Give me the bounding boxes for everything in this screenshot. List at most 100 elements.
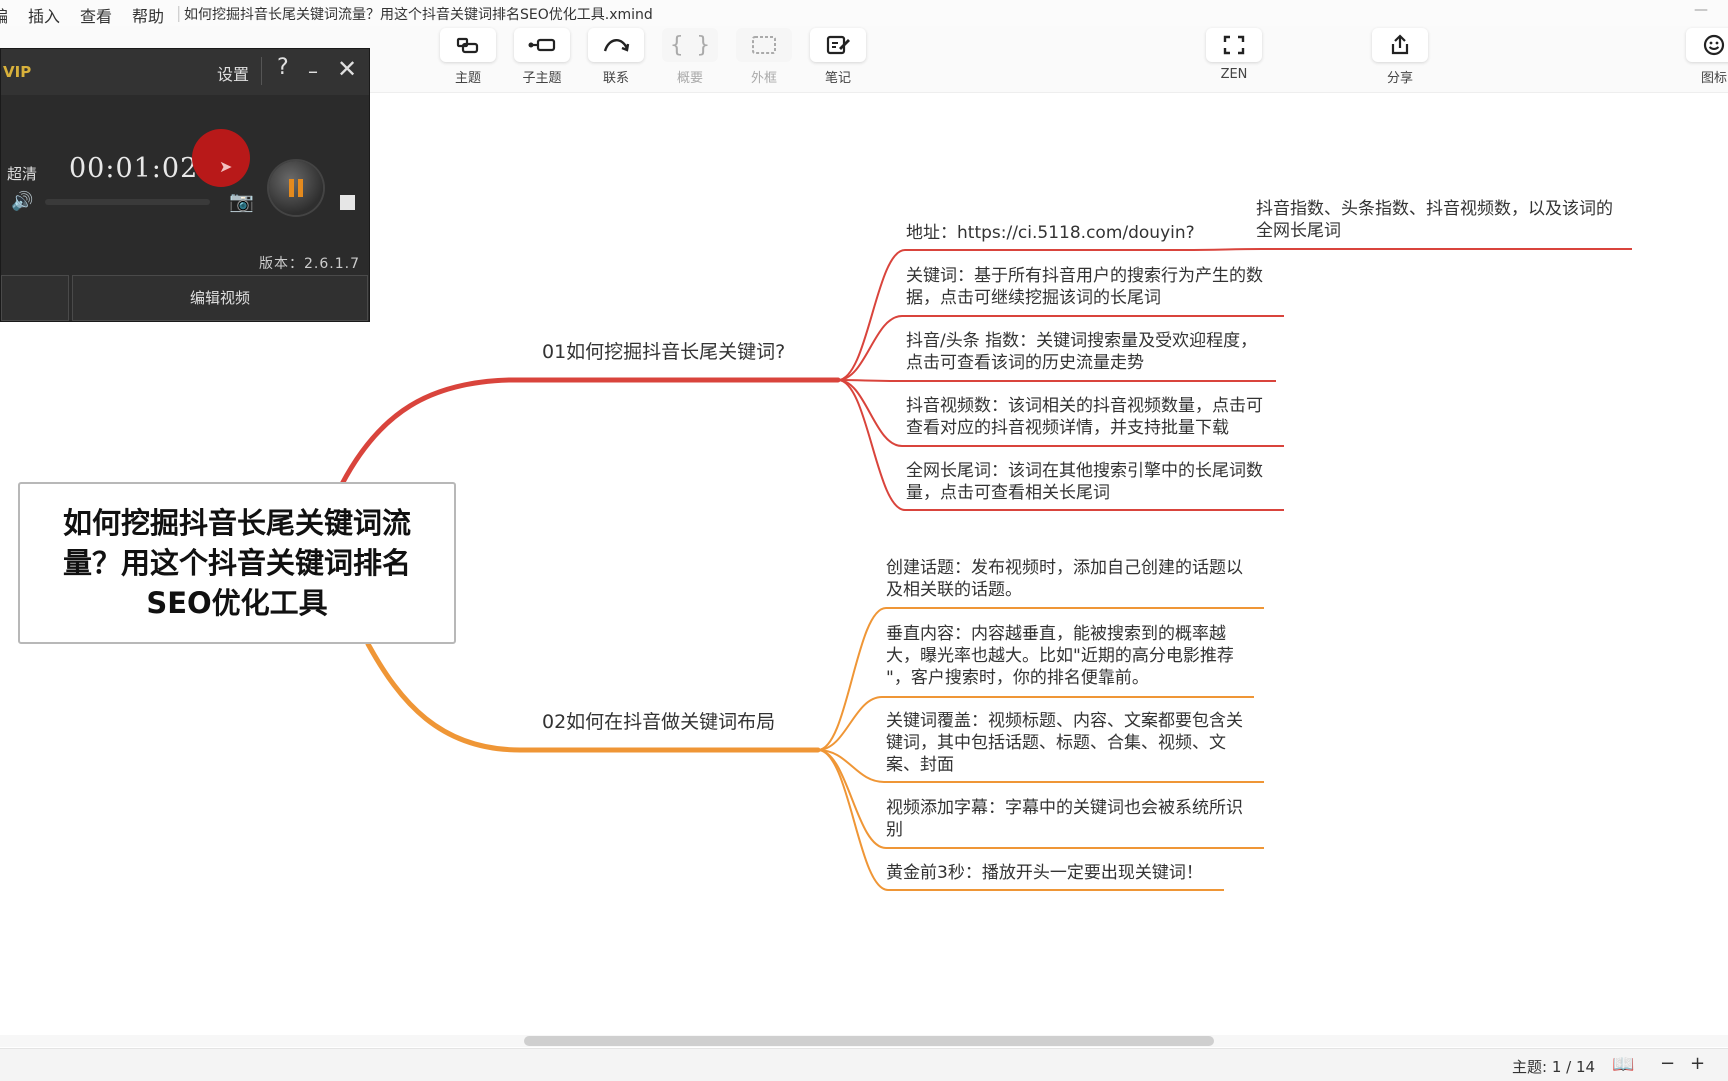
emoji-icon <box>1686 28 1728 62</box>
branch1-child3-topic[interactable]: 抖音/头条 指数：关键词搜索量及受欢迎程度， 点击可查看该词的历史流量走势 <box>906 330 1257 374</box>
topic-line: 关键词：基于所有抖音用户的搜索行为产生的数 <box>906 266 1263 286</box>
topic-line: 黄金前3秒：播放开头一定要出现关键词！ <box>886 863 1203 883</box>
status-bar: 主题: 1 / 14 📖 − + <box>0 1048 1728 1081</box>
branch1-connector <box>339 377 841 487</box>
edit-video-button[interactable]: 编辑视频 <box>72 275 368 321</box>
topic-line: 量，点击可查看相关长尾词 <box>906 483 1110 503</box>
window-minimize-button[interactable]: — <box>1694 2 1708 18</box>
menu-bar: 编 插入 查看 帮助 | 如何挖掘抖音长尾关键词流量？用这个抖音关键词排名SEO… <box>0 0 1728 26</box>
share-button[interactable]: 分享 <box>1370 28 1430 86</box>
emoji-button-label: 图标 <box>1700 71 1727 86</box>
branch1-sub-connector <box>1183 248 1632 251</box>
branch1-child4-topic[interactable]: 抖音视频数：该词相关的抖音视频数量，点击可 查看对应的抖音视频详情，并支持批量下… <box>906 395 1263 439</box>
topic-button[interactable]: 主题 <box>438 28 498 86</box>
topic-line: 全网长尾词：该词在其他搜索引擎中的长尾词数 <box>906 461 1263 481</box>
topic-line: 抖音视频数：该词相关的抖音视频数量，点击可 <box>906 396 1263 416</box>
zen-button[interactable]: ZEN <box>1204 28 1264 82</box>
branch1-child2-topic[interactable]: 关键词：基于所有抖音用户的搜索行为产生的数 据，点击可继续挖掘该词的长尾词 <box>906 265 1263 309</box>
menu-item-insert[interactable]: 插入 <box>28 3 60 27</box>
share-button-label: 分享 <box>1386 71 1413 86</box>
recorder-minimize-button[interactable]: – <box>308 59 318 83</box>
subtopic-button-label: 子主题 <box>522 71 562 86</box>
pause-button[interactable] <box>269 161 323 215</box>
document-title: 如何挖掘抖音长尾关键词流量？用这个抖音关键词排名SEO优化工具.xmind <box>184 7 653 23</box>
volume-icon[interactable]: 🔊 <box>11 191 33 212</box>
volume-slider[interactable] <box>45 199 210 205</box>
menu-item-view[interactable]: 查看 <box>80 3 112 27</box>
camera-icon[interactable]: 📷 <box>229 189 254 213</box>
branch1-sub-topic[interactable]: 抖音指数、头条指数、抖音视频数，以及该词的 全网长尾词 <box>1256 198 1613 242</box>
branch2-topic[interactable]: 02如何在抖音做关键词布局 <box>542 710 775 734</box>
branch2-child1-topic[interactable]: 创建话题：发布视频时，添加自己创建的话题以 及相关联的话题。 <box>886 557 1243 601</box>
branch2-child5-topic[interactable]: 黄金前3秒：播放开头一定要出现关键词！ <box>886 862 1203 884</box>
topic-line: 抖音指数、头条指数、抖音视频数，以及该词的 <box>1256 199 1613 219</box>
topic-line: 视频添加字幕：字幕中的关键词也会被系统所识 <box>886 798 1243 818</box>
notes-icon <box>810 28 866 62</box>
branch1-child1-topic[interactable]: 地址：https://ci.5118.com/douyin? <box>906 222 1195 244</box>
zoom-in-button[interactable]: + <box>1690 1053 1705 1074</box>
horizontal-scrollbar-thumb[interactable] <box>524 1036 1214 1046</box>
boundary-icon <box>736 28 792 62</box>
subtopic-icon <box>514 28 570 62</box>
menu-item-help[interactable]: 帮助 <box>132 3 164 27</box>
outline-book-icon[interactable]: 📖 <box>1612 1054 1634 1075</box>
topic-line: 及相关联的话题。 <box>886 580 1022 600</box>
recorder-separator <box>261 57 262 85</box>
topic-line: 键词，其中包括话题、标题、合集、视频、文 <box>886 733 1226 753</box>
recorder-help-button[interactable]: ? <box>277 55 289 80</box>
subtopic-button[interactable]: 子主题 <box>512 28 572 86</box>
topic-line: 创建话题：发布视频时，添加自己创建的话题以 <box>886 558 1243 578</box>
relationship-button-label: 联系 <box>602 71 629 86</box>
zoom-out-button[interactable]: − <box>1660 1053 1675 1074</box>
recorder-left-button[interactable] <box>1 275 69 321</box>
branch2-child2-topic[interactable]: 垂直内容：内容越垂直，能被搜索到的概率越 大，曝光率也越大。比如"近期的高分电影… <box>886 623 1234 689</box>
recorder-settings-button[interactable]: 设置 <box>217 61 249 85</box>
relationship-icon <box>588 28 644 62</box>
summary-button[interactable]: { } 概要 <box>660 28 720 86</box>
relationship-button[interactable]: 联系 <box>586 28 646 86</box>
topic-icon <box>440 28 496 62</box>
topic-line: 大，曝光率也越大。比如"近期的高分电影推荐 <box>886 646 1234 666</box>
branch1-child5-topic[interactable]: 全网长尾词：该词在其他搜索引擎中的长尾词数 量，点击可查看相关长尾词 <box>906 460 1263 504</box>
summary-icon: { } <box>662 28 718 62</box>
topic-line: 抖音/头条 指数：关键词搜索量及受欢迎程度， <box>906 331 1258 351</box>
branch2-child3-topic[interactable]: 关键词覆盖：视频标题、内容、文案都要包含关 键词，其中包括话题、标题、合集、视频… <box>886 710 1243 776</box>
boundary-button[interactable]: 外框 <box>734 28 794 86</box>
branch2-child4-topic[interactable]: 视频添加字幕：字幕中的关键词也会被系统所识 别 <box>886 797 1243 841</box>
topic-line: 垂直内容：内容越垂直，能被搜索到的概率越 <box>886 624 1226 644</box>
notes-button-label: 笔记 <box>824 71 851 86</box>
central-topic[interactable]: 如何挖掘抖音长尾关键词流量？用这个抖音关键词排名SEO优化工具 <box>18 482 456 644</box>
emoji-button[interactable]: 图标 <box>1684 28 1728 86</box>
zen-icon <box>1206 28 1262 62</box>
topic-line: 别 <box>886 820 903 840</box>
recorder-quality-selector[interactable]: 超清 <box>7 163 37 184</box>
topic-line: 地址：https://ci.5118.com/douyin? <box>906 223 1195 243</box>
topic-line: 据，点击可继续挖掘该词的长尾词 <box>906 288 1161 308</box>
vip-badge[interactable]: VIP <box>3 63 31 81</box>
topic-line: 查看对应的抖音视频详情，并支持批量下载 <box>906 418 1229 438</box>
screen-recorder-panel[interactable]: VIP 设置 ? – ✕ 超清 00:01:02 ➤ 🔊 📷 版本：2.6.1.… <box>0 48 370 322</box>
topic-line: 关键词覆盖：视频标题、内容、文案都要包含关 <box>886 711 1243 731</box>
recording-timer: 00:01:02 <box>69 153 199 184</box>
share-icon <box>1372 28 1428 62</box>
recorder-close-button[interactable]: ✕ <box>337 55 357 83</box>
zen-button-label: ZEN <box>1220 67 1248 82</box>
summary-button-label: 概要 <box>676 71 703 86</box>
topic-line: 案、封面 <box>886 755 954 775</box>
notes-button[interactable]: 笔记 <box>808 28 868 86</box>
menu-separator: | <box>176 3 182 22</box>
branch1-topic[interactable]: 01如何挖掘抖音长尾关键词? <box>542 340 785 364</box>
branch2-connector <box>365 641 821 753</box>
boundary-button-label: 外框 <box>750 71 777 86</box>
topic-line: 全网长尾词 <box>1256 221 1341 241</box>
recorder-version: 版本：2.6.1.7 <box>259 256 360 272</box>
topic-count: 主题: 1 / 14 <box>1512 1058 1596 1076</box>
mouse-cursor-icon: ➤ <box>219 157 233 176</box>
branch1-child3-connector <box>837 379 1276 382</box>
topic-line: "，客户搜索时，你的排名便靠前。 <box>886 668 1149 688</box>
menu-item-edit-partial[interactable]: 编 <box>0 3 8 27</box>
topic-button-label: 主题 <box>454 71 481 86</box>
topic-line: 点击可查看该词的历史流量走势 <box>906 353 1144 373</box>
central-topic-text: 如何挖掘抖音长尾关键词流量？用这个抖音关键词排名SEO优化工具 <box>62 506 411 620</box>
stop-button[interactable] <box>340 195 355 210</box>
